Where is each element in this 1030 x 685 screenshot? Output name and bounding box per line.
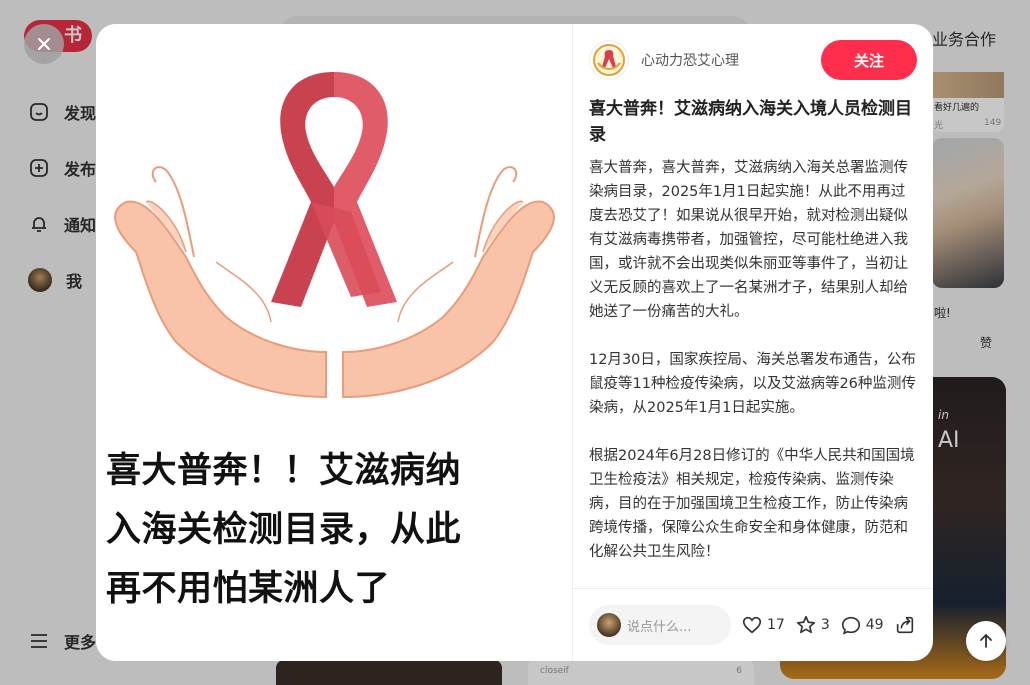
like-count: 17	[767, 617, 785, 633]
post-image[interactable]: 喜大普奔！！艾滋病纳 入海关检测目录，从此 再不用怕某洲人了	[96, 24, 573, 661]
collect-button[interactable]: 3	[795, 614, 830, 636]
back-to-top-button[interactable]	[966, 621, 1006, 661]
caption-line: 喜大普奔！！艾滋病纳	[106, 451, 462, 491]
post-content[interactable]: 喜大普奔！艾滋病纳入海关入境人员检测目录 喜大普奔，喜大普奔，艾滋病纳入海关总署…	[589, 96, 919, 586]
post-paragraph: 喜大普奔，喜大普奔，艾滋病纳入海关总署监测传染病目录，2025年1月1日起实施！…	[589, 160, 908, 320]
post-paragraph: 12月30日，国家疾控局、海关总署发布通告，公布鼠疫等11种检疫传染病，以及艾滋…	[589, 352, 916, 416]
comment-count: 49	[865, 617, 884, 633]
image-caption: 喜大普奔！！艾滋病纳 入海关检测目录，从此 再不用怕某洲人了	[106, 442, 566, 619]
close-icon	[38, 38, 50, 50]
author-name[interactable]: 心动力恐艾心理	[641, 50, 739, 70]
caption-line: 入海关检测目录，从此	[106, 510, 462, 550]
like-button[interactable]: 17	[741, 614, 785, 636]
post-title: 喜大普奔！艾滋病纳入海关入境人员检测目录	[589, 99, 912, 145]
author-avatar[interactable]	[589, 40, 629, 80]
share-icon	[896, 616, 913, 634]
comment-icon	[841, 616, 860, 635]
caption-line: 再不用怕某洲人了	[106, 569, 391, 609]
close-button[interactable]	[24, 24, 64, 64]
user-avatar	[597, 613, 621, 637]
author-logo-icon	[593, 44, 625, 76]
follow-button[interactable]: 关注	[821, 40, 917, 80]
interaction-bar: 说点什么... 17 3 49	[573, 588, 933, 661]
collect-count: 3	[820, 617, 830, 633]
note-detail-modal: 喜大普奔！！艾滋病纳 入海关检测目录，从此 再不用怕某洲人了 心动力恐艾心理 关…	[96, 24, 933, 661]
heart-icon	[742, 616, 762, 634]
author-bar: 心动力恐艾心理 关注	[589, 40, 917, 80]
share-button[interactable]	[894, 614, 916, 636]
post-detail-panel: 心动力恐艾心理 关注 喜大普奔！艾滋病纳入海关入境人员检测目录 喜大普奔，喜大普…	[573, 24, 933, 661]
comment-placeholder: 说点什么...	[627, 619, 692, 635]
ribbon-hands-illustration	[114, 72, 555, 399]
post-paragraph: 根据2024年6月28日修订的《中华人民共和国国境卫生检疫法》相关规定，检疫传染…	[589, 448, 915, 560]
comment-button[interactable]: 49	[840, 614, 884, 636]
arrow-up-icon	[980, 633, 992, 648]
comment-input[interactable]: 说点什么...	[589, 605, 731, 645]
star-icon	[796, 615, 815, 634]
